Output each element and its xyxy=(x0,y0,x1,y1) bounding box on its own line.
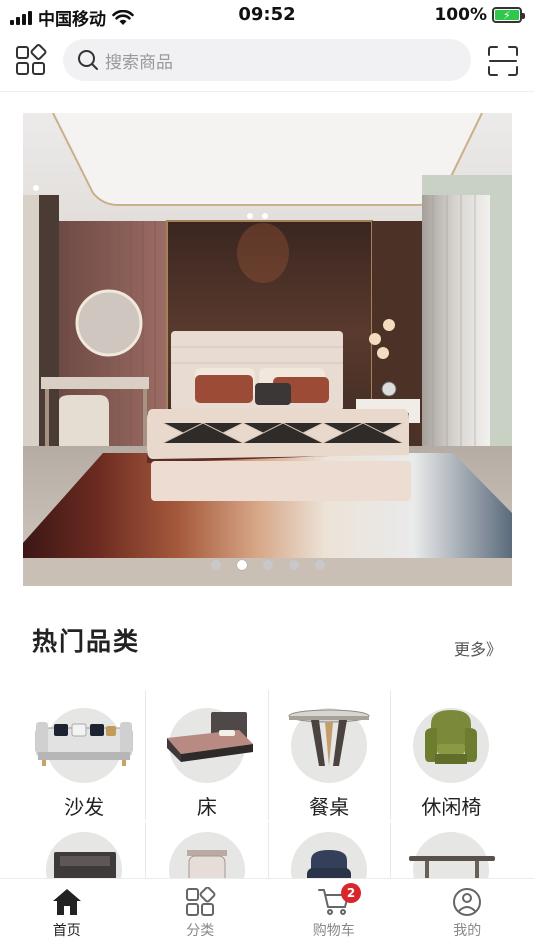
tab-label: 我的 xyxy=(453,923,482,939)
category-label: 床 xyxy=(196,795,217,819)
carousel-dot[interactable] xyxy=(210,560,221,570)
banner-carousel[interactable] xyxy=(23,113,512,586)
carousel-indicator xyxy=(23,560,512,570)
tab-profile[interactable]: 我的 xyxy=(401,879,534,950)
bedroom-banner-image xyxy=(23,113,512,586)
category-image-circle xyxy=(166,708,253,783)
carousel-dot[interactable] xyxy=(314,560,325,570)
battery-icon: ⚡ xyxy=(492,7,525,23)
tab-label: 首页 xyxy=(52,923,81,939)
side-table-icon xyxy=(409,856,496,880)
search-bar[interactable]: 搜索商品 xyxy=(63,39,471,81)
dining-table-icon xyxy=(288,709,370,766)
category-grid: 沙发 床 餐桌 休闲椅 xyxy=(23,690,512,820)
carousel-dot[interactable] xyxy=(288,560,299,570)
category-image-circle xyxy=(291,832,368,880)
category-item-sofa[interactable]: 沙发 xyxy=(23,690,145,820)
tab-home[interactable]: 首页 xyxy=(0,879,134,950)
category-image-circle xyxy=(46,832,123,880)
tab-cart[interactable]: 2 购物车 xyxy=(267,879,401,950)
category-item-partial[interactable] xyxy=(145,822,267,880)
tab-label: 购物车 xyxy=(312,923,355,939)
category-item-partial[interactable] xyxy=(267,822,390,880)
more-link[interactable]: 更多》 xyxy=(454,636,502,660)
category-label: 沙发 xyxy=(64,795,105,819)
category-grid-row-2 xyxy=(23,822,512,880)
bed-icon xyxy=(166,712,253,762)
scan-icon xyxy=(488,46,518,76)
category-item-dining-table[interactable]: 餐桌 xyxy=(267,690,390,820)
armchair-icon xyxy=(307,850,352,880)
status-right: 100% ⚡ xyxy=(434,5,525,25)
carousel-dot-active[interactable] xyxy=(236,560,247,570)
status-bar: 中国移动 09:52 100% ⚡ xyxy=(0,0,534,30)
sofa-icon xyxy=(35,722,133,766)
search-placeholder: 搜索商品 xyxy=(105,52,173,73)
header: 搜索商品 xyxy=(0,36,534,88)
battery-percent: 100% xyxy=(434,5,487,25)
category-item-bed[interactable]: 床 xyxy=(145,690,267,820)
category-label: 休闲椅 xyxy=(421,795,482,819)
category-label: 餐桌 xyxy=(309,795,350,819)
category-image-circle xyxy=(288,708,370,783)
category-image-circle xyxy=(413,708,490,783)
cabinet-icon xyxy=(54,852,117,880)
category-item-partial[interactable] xyxy=(23,822,145,880)
category-icon xyxy=(186,887,216,916)
section-title: 热门品类 xyxy=(32,627,141,656)
search-icon xyxy=(78,50,98,70)
category-image-circle xyxy=(35,708,133,783)
home-icon xyxy=(52,889,81,915)
bottom-tab-bar: 首页 分类 2 购物车 我的 xyxy=(0,878,534,950)
category-image-circle xyxy=(409,832,496,880)
category-item-partial[interactable] xyxy=(389,822,512,880)
category-item-lounge-chair[interactable]: 休闲椅 xyxy=(389,690,512,820)
tab-label: 分类 xyxy=(186,923,215,939)
category-image-circle xyxy=(168,832,245,880)
tab-category[interactable]: 分类 xyxy=(134,879,268,950)
apps-grid-button[interactable] xyxy=(14,44,48,78)
cart-badge: 2 xyxy=(341,883,361,903)
header-divider xyxy=(0,91,534,92)
scan-button[interactable] xyxy=(486,44,520,78)
carousel-dot[interactable] xyxy=(262,560,273,570)
round-cabinet-icon xyxy=(186,850,227,880)
profile-icon xyxy=(453,888,482,916)
lounge-chair-icon xyxy=(425,710,478,764)
apps-grid-icon xyxy=(16,44,47,75)
